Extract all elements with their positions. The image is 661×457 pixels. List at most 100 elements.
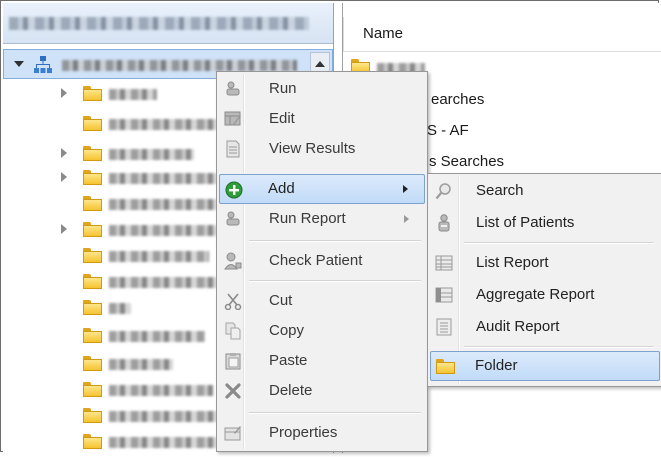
copy-icon (225, 322, 241, 340)
menu-item-delete[interactable]: Delete (219, 376, 425, 406)
submenu-item-aggregate-report[interactable]: Aggregate Report (430, 280, 660, 310)
folder-icon (83, 86, 102, 101)
menu-item-edit[interactable]: Edit (219, 104, 425, 134)
folder-icon (83, 274, 102, 289)
expand-arrow-icon[interactable] (61, 88, 67, 98)
submenu-item-audit-report[interactable]: Audit Report (430, 312, 660, 342)
list-item[interactable]: earches (431, 91, 484, 108)
tree-item-label-redacted (109, 89, 157, 100)
scissors-icon (224, 293, 242, 310)
edit-icon (224, 111, 241, 126)
list-item[interactable]: S - AF (427, 122, 469, 139)
menu-separator (249, 280, 421, 282)
aggregate-report-icon (435, 287, 453, 303)
folder-icon (83, 170, 102, 185)
user-check-icon (224, 252, 242, 270)
tree-item-label-redacted (109, 331, 205, 342)
menu-item-properties[interactable]: Properties (219, 418, 425, 448)
menu-item-check-patient[interactable]: Check Patient (219, 246, 425, 276)
menu-item-label: Audit Report (476, 318, 560, 335)
menu-item-label: Folder (475, 357, 518, 374)
folder-icon (83, 116, 102, 131)
submenu-arrow-icon (403, 185, 408, 193)
menu-item-label: Search (476, 182, 524, 199)
delete-x-icon (225, 383, 241, 399)
run-report-icon (226, 211, 240, 226)
paste-icon (225, 353, 241, 370)
menu-item-label: Add (268, 180, 295, 197)
tree-item-label-redacted (109, 277, 219, 288)
list-item[interactable]: s Searches (429, 153, 504, 170)
menu-item-cut[interactable]: Cut (219, 286, 425, 316)
menu-item-label: Run (269, 80, 297, 97)
window-frame: Name earches S - AF s Searches Run Edit … (0, 0, 661, 453)
tree-item-label-redacted (109, 225, 219, 236)
tree-item-label-redacted (109, 119, 219, 130)
folder-icon (83, 328, 102, 343)
patients-icon (438, 214, 450, 232)
tree-root-label-redacted (62, 60, 297, 71)
menu-item-label: Delete (269, 382, 313, 399)
menu-item-label: View Results (269, 140, 356, 157)
folder-icon (83, 434, 102, 449)
search-icon (435, 183, 451, 200)
tree-item-label-redacted (109, 385, 213, 396)
tree-item-label-redacted (109, 149, 194, 160)
collapse-arrow-icon[interactable] (14, 61, 24, 67)
submenu-item-list-report[interactable]: List Report (430, 248, 660, 278)
menu-item-run[interactable]: Run (219, 74, 425, 104)
audit-report-icon (436, 318, 452, 336)
document-icon (226, 140, 240, 158)
folder-icon (83, 196, 102, 211)
menu-separator (464, 242, 654, 244)
menu-item-run-report[interactable]: Run Report (219, 204, 425, 234)
menu-item-label: Run Report (269, 210, 346, 227)
add-plus-icon (225, 181, 243, 199)
expand-arrow-icon[interactable] (61, 224, 67, 234)
tree-item-label-redacted (109, 411, 219, 422)
context-menu: Run Edit View Results Add Run Report Che… (216, 71, 428, 452)
menu-item-label: Check Patient (269, 252, 363, 269)
submenu-item-search[interactable]: Search (430, 176, 660, 206)
add-submenu: Search List of Patients List Report Aggr… (427, 173, 661, 387)
tree-item-label-redacted (109, 359, 173, 370)
menu-separator (464, 346, 654, 348)
menu-item-label: Copy (269, 322, 305, 339)
menu-item-label: Aggregate Report (476, 286, 595, 303)
menu-item-label: Edit (269, 110, 295, 127)
menu-item-label: Paste (269, 352, 308, 369)
column-divider (343, 17, 344, 51)
run-icon (226, 81, 240, 96)
folder-icon (83, 248, 102, 263)
menu-item-view-results[interactable]: View Results (219, 134, 425, 164)
tree-item-label-redacted (109, 199, 219, 210)
folder-icon (83, 382, 102, 397)
folder-icon (83, 146, 102, 161)
tree-item-label-redacted (109, 173, 219, 184)
menu-item-label: Cut (269, 292, 293, 309)
folder-icon (436, 359, 455, 374)
tree-header-redacted-text (9, 17, 309, 30)
name-column-header[interactable]: Name (363, 25, 403, 42)
network-hierarchy-icon (34, 56, 52, 73)
expand-arrow-icon[interactable] (61, 148, 67, 158)
menu-item-label: List of Patients (476, 214, 575, 231)
menu-item-add[interactable]: Add (219, 174, 425, 204)
folder-icon (83, 356, 102, 371)
folder-icon (83, 300, 102, 315)
properties-icon (224, 426, 241, 441)
submenu-item-list-of-patients[interactable]: List of Patients (430, 208, 660, 238)
list-report-icon (435, 255, 453, 271)
submenu-arrow-icon (404, 215, 409, 223)
folder-icon (83, 222, 102, 237)
menu-item-label: List Report (476, 254, 549, 271)
tree-item-label-redacted (109, 437, 219, 448)
column-header[interactable]: Name (343, 17, 661, 52)
folder-icon (83, 408, 102, 423)
menu-separator (249, 412, 421, 414)
expand-arrow-icon[interactable] (61, 172, 67, 182)
tree-item-label-redacted (109, 303, 131, 314)
menu-item-paste[interactable]: Paste (219, 346, 425, 376)
menu-item-copy[interactable]: Copy (219, 316, 425, 346)
submenu-item-folder[interactable]: Folder (430, 351, 660, 381)
